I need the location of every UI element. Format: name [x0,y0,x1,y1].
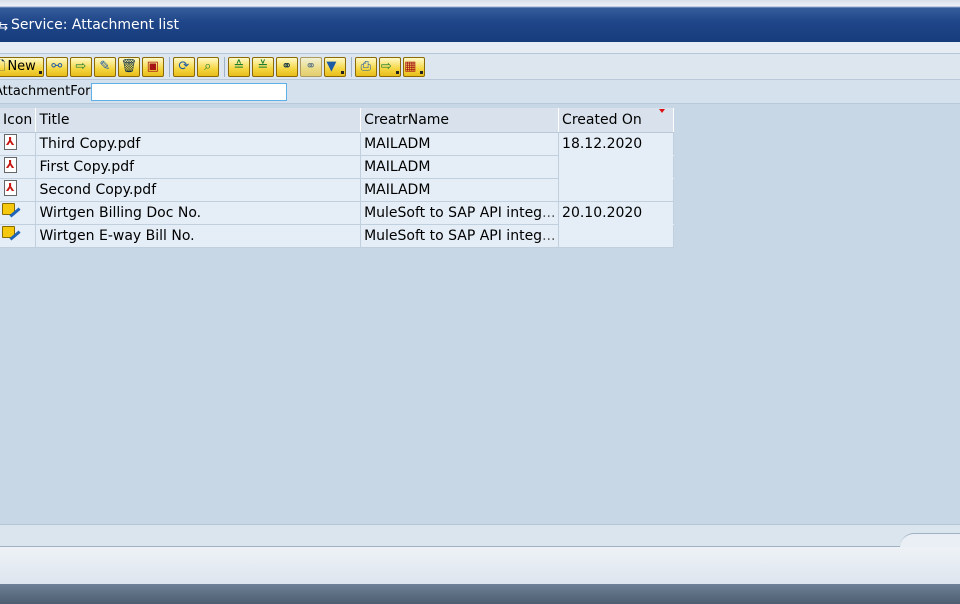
table-row[interactable]: ⅄ Second Copy.pdf MAILADM [0,178,674,202]
row-creator-text: MuleSoft to SAP API integ [364,227,543,244]
find-next-icon: ⚭ [305,59,317,74]
toolbar-separator [350,56,352,77]
truncation-ellipsis: ... [542,204,556,221]
find-next-button[interactable]: ⚭ [299,56,322,77]
column-header-title[interactable]: Title [35,108,362,133]
row-creator-text: MuleSoft to SAP API integ [364,204,543,221]
sort-descending-icon: ≚ [257,59,269,74]
layout-button[interactable]: ▦ [402,56,425,77]
table-row[interactable]: ⅄ First Copy.pdf MAILADM [0,155,674,179]
edit-button[interactable]: ✎ [93,56,116,77]
trash-icon: 🗑 [120,59,138,74]
attachment-for-row: AttachmentFor [0,80,960,104]
row-creator[interactable]: MAILADM [360,155,560,179]
row-icon-cell: ⅄ [0,178,37,202]
menu-strip [0,42,960,54]
row-creator[interactable]: MAILADM [360,132,560,156]
export-list-icon: ⇨ [380,59,392,74]
attachment-for-field[interactable] [90,82,287,101]
footer-curve [900,533,960,547]
delete-button[interactable]: 🗑 [117,56,140,77]
filter-icon: ▼ [326,59,337,74]
row-title[interactable]: Third Copy.pdf [35,132,362,156]
refresh-icon: ⟳ [178,59,190,74]
row-created-on[interactable]: 20.10.2020 [558,201,674,225]
row-created-on[interactable]: 18.12.2020 [558,132,674,156]
export-list-button[interactable]: ⇨ [378,56,401,77]
display-icon: ▣ [146,59,159,74]
row-created-on[interactable] [558,155,674,179]
table-row[interactable]: ⅄ Third Copy.pdf MAILADM 18.12.2020 [0,132,674,156]
application-toolbar: 🗋 New ⚯ ⇨ ✎ 🗑 ▣ ⟳ ⌕ ≙ ≚ ⚭ ⚭ ▼ ⎙ ⇨ ▦ [0,54,960,80]
sort-descending-button[interactable]: ≚ [251,56,274,77]
print-button[interactable]: ⎙ [354,56,377,77]
export-button[interactable]: ⇨ [69,56,92,77]
table-row[interactable]: Wirtgen Billing Doc No. MuleSoft to SAP … [0,201,674,225]
pdf-icon: ⅄ [1,156,19,174]
column-header-created-on[interactable]: Created On [558,108,674,133]
attachment-table: Icon Title CreatrName Created On ⅄ Third… [0,108,674,248]
pdf-icon: ⅄ [1,179,19,197]
toolbar-separator [168,56,170,77]
refresh-button[interactable]: ⟳ [172,56,195,77]
row-creator[interactable]: MAILADM [360,178,560,202]
row-created-on[interactable] [558,224,674,248]
note-icon [1,225,21,243]
window-bottom-edge [0,584,960,604]
toolbar-separator [223,56,225,77]
sort-ascending-icon: ≙ [233,59,245,74]
filter-button[interactable]: ▼ [323,56,346,77]
column-header-created-on-label: Created On [562,111,642,128]
row-icon-cell [0,224,37,248]
pdf-icon: ⅄ [1,133,19,151]
printer-icon: ⎙ [360,59,372,74]
table-row[interactable]: Wirtgen E-way Bill No. MuleSoft to SAP A… [0,224,674,248]
relationship-icon: ⚯ [51,59,63,74]
status-bar [0,524,960,546]
row-title[interactable]: Wirtgen E-way Bill No. [35,224,362,248]
truncation-ellipsis: ... [542,227,556,244]
column-header-icon[interactable]: Icon [0,108,37,133]
window-title: Service: Attachment list [11,17,179,33]
row-creator[interactable]: MuleSoft to SAP API integ... [360,201,560,225]
binoculars-icon: ⚭ [281,59,293,74]
display-button[interactable]: ▣ [141,56,164,77]
attachment-list-screen: 🗋 New ⚯ ⇨ ✎ 🗑 ▣ ⟳ ⌕ ≙ ≚ ⚭ ⚭ ▼ ⎙ ⇨ ▦ Atta… [0,54,960,524]
row-icon-cell: ⅄ [0,155,37,179]
new-button-label: New [7,59,36,74]
row-icon-cell [0,201,37,225]
column-header-creator[interactable]: CreatrName [360,108,560,133]
row-creator[interactable]: MuleSoft to SAP API integ... [360,224,560,248]
row-icon-cell: ⅄ [0,132,37,156]
row-title[interactable]: First Copy.pdf [35,155,362,179]
pencil-icon: ✎ [99,59,111,74]
row-title[interactable]: Wirtgen Billing Doc No. [35,201,362,225]
magnifier-icon: ⌕ [204,59,212,74]
layout-grid-icon: ▦ [404,59,417,74]
note-icon [1,202,21,220]
row-title[interactable]: Second Copy.pdf [35,178,362,202]
new-button[interactable]: 🗋 New [0,56,44,77]
sort-indicator-icon [659,109,665,113]
service-icon: ⇆ [0,19,9,33]
relationship-button[interactable]: ⚯ [45,56,68,77]
window-title-bar: ⇆ Service: Attachment list [0,0,960,42]
sort-ascending-button[interactable]: ≙ [227,56,250,77]
footer-bar [0,533,960,584]
row-created-on[interactable] [558,178,674,202]
detail-button[interactable]: ⌕ [196,56,219,77]
attachment-for-label: AttachmentFor [0,84,91,99]
export-icon: ⇨ [75,59,87,74]
new-document-icon: 🗋 [0,59,6,74]
table-header-row: Icon Title CreatrName Created On [0,108,674,133]
find-button[interactable]: ⚭ [275,56,298,77]
